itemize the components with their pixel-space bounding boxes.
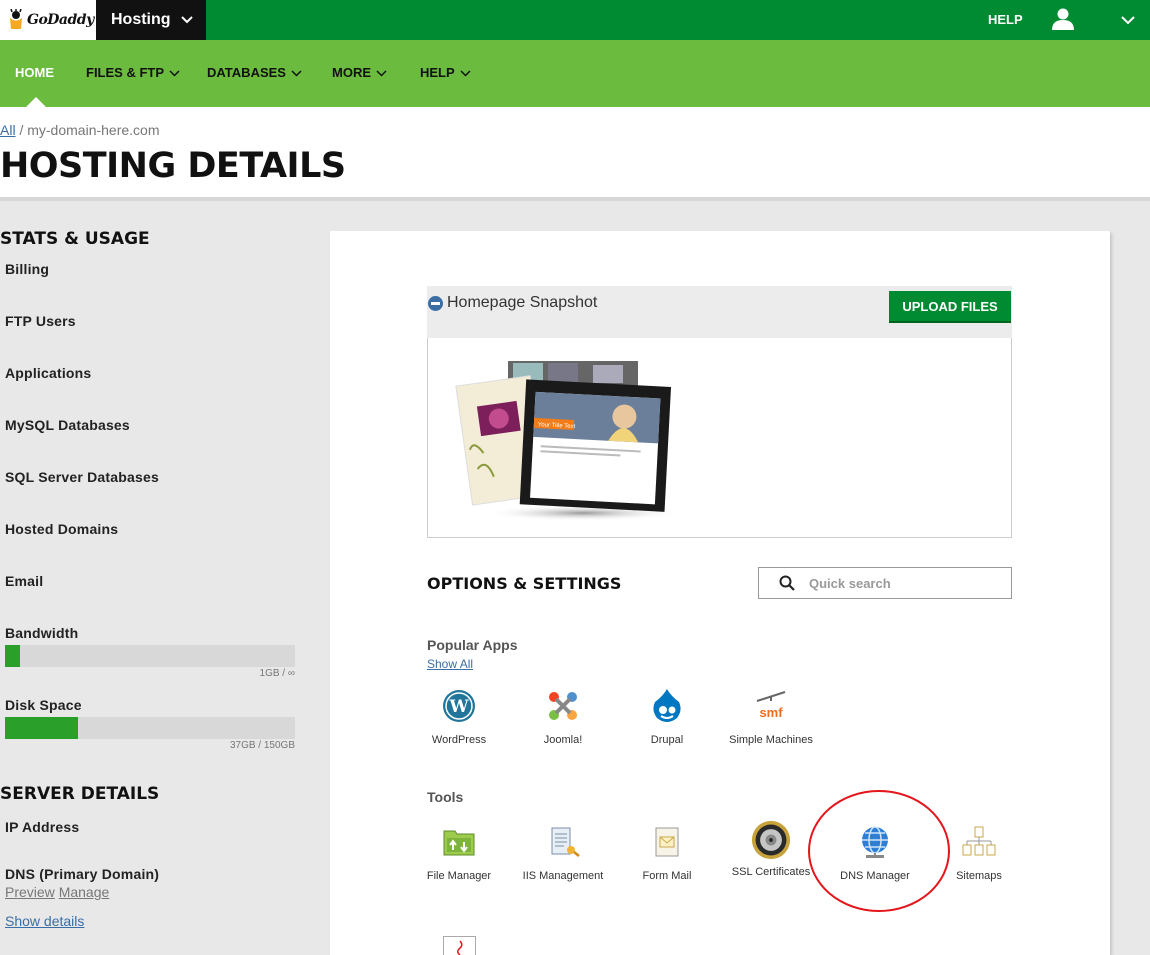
app-label: WordPress [431, 734, 487, 746]
drupal-icon [647, 686, 687, 726]
sidebar: STATS & USAGE Billing FTP Users Applicat… [0, 205, 310, 955]
sidebar-item-applications[interactable]: Applications [5, 365, 91, 381]
product-switcher[interactable]: Hosting [96, 0, 206, 40]
ip-address-label: IP Address [5, 819, 80, 835]
nav-help[interactable]: HELP [420, 65, 471, 80]
sidebar-item-email[interactable]: Email [5, 573, 43, 589]
chevron-down-icon [376, 65, 387, 80]
page-header: All / my-domain-here.com HOSTING DETAILS [0, 107, 1150, 201]
sidebar-item-sql-server[interactable]: SQL Server Databases [5, 469, 159, 485]
nav-more-label: MORE [332, 65, 371, 80]
popular-apps-label: Popular Apps [427, 637, 518, 653]
app-drupal[interactable]: Drupal [622, 686, 712, 746]
nav-files-ftp[interactable]: FILES & FTP [86, 65, 180, 80]
tools-label: Tools [427, 789, 464, 805]
chevron-down-icon [291, 65, 302, 80]
iis-icon [543, 822, 583, 862]
tool-ssl-certificates[interactable]: SSL Certificates [726, 818, 816, 878]
dns-manager-highlight [808, 790, 950, 912]
quick-search[interactable] [758, 567, 1012, 599]
lock-icon [751, 818, 791, 862]
dns-manage-link[interactable]: Manage [59, 884, 110, 900]
nav-databases-label: DATABASES [207, 65, 286, 80]
stats-usage-heading: STATS & USAGE [0, 229, 150, 249]
nav-more[interactable]: MORE [332, 65, 387, 80]
snapshot-title: Homepage Snapshot [447, 294, 598, 311]
dns-links: Preview Manage [5, 884, 109, 900]
svg-text:W: W [448, 697, 469, 717]
main-nav: HOME FILES & FTP DATABASES MORE HELP [0, 40, 1150, 107]
java-icon[interactable] [443, 936, 476, 955]
chevron-down-icon [460, 65, 471, 80]
sitemap-icon [959, 822, 999, 862]
options-settings-title: OPTIONS & SETTINGS [427, 574, 622, 593]
breadcrumb: All / my-domain-here.com [0, 122, 160, 138]
wordpress-icon: W [439, 686, 479, 726]
user-icon[interactable] [1051, 8, 1075, 35]
tool-iis-management[interactable]: IIS Management [518, 822, 608, 882]
svg-text:smf: smf [759, 705, 783, 720]
sidebar-item-billing[interactable]: Billing [5, 261, 49, 277]
dns-primary-label: DNS (Primary Domain) [5, 866, 160, 882]
bandwidth-label: Bandwidth [5, 625, 79, 641]
tool-form-mail[interactable]: Form Mail [622, 822, 712, 882]
nav-home-label: HOME [15, 65, 54, 80]
tool-label: IIS Management [522, 870, 604, 882]
godaddy-logo[interactable]: GoDaddy [0, 0, 96, 40]
smf-icon: smf [751, 686, 791, 726]
tool-label: Sitemaps [956, 870, 1002, 882]
nav-help-label: HELP [420, 65, 455, 80]
disk-space-bar-fill [5, 717, 78, 739]
bandwidth-usage: 1GB / ∞ [259, 668, 295, 679]
sidebar-item-mysql[interactable]: MySQL Databases [5, 417, 130, 433]
disk-space-bar [5, 717, 295, 739]
product-label: Hosting [111, 11, 171, 28]
top-bar: GoDaddy Hosting HELP [0, 0, 1150, 40]
tool-label: SSL Certificates [731, 866, 811, 878]
app-wordpress[interactable]: W WordPress [414, 686, 504, 746]
tool-label: File Manager [426, 870, 492, 882]
tool-label: Form Mail [642, 870, 692, 882]
sidebar-item-hosted-domains[interactable]: Hosted Domains [5, 521, 118, 537]
collapse-icon[interactable] [428, 296, 443, 311]
server-details-heading: SERVER DETAILS [0, 784, 160, 804]
mail-icon [647, 822, 687, 862]
app-simple-machines[interactable]: smf Simple Machines [726, 686, 816, 746]
bandwidth-bar-fill [5, 645, 20, 667]
folder-icon [439, 822, 479, 862]
disk-space-label: Disk Space [5, 697, 82, 713]
breadcrumb-current: my-domain-here.com [27, 122, 160, 138]
nav-databases[interactable]: DATABASES [207, 65, 302, 80]
account-chevron-icon[interactable] [1121, 12, 1135, 30]
show-all-link[interactable]: Show All [427, 657, 473, 671]
disk-space-usage: 37GB / 150GB [229, 740, 295, 751]
snapshot-body: Your Title Text [427, 338, 1012, 538]
show-details-link[interactable]: Show details [5, 913, 84, 929]
app-label: Drupal [650, 734, 684, 746]
joomla-icon [543, 686, 583, 726]
upload-files-button[interactable]: UPLOAD FILES [889, 291, 1011, 321]
godaddy-guy-icon [8, 9, 24, 31]
app-joomla[interactable]: Joomla! [518, 686, 608, 746]
app-label: Joomla! [543, 734, 583, 746]
bandwidth-bar [5, 645, 295, 667]
tool-file-manager[interactable]: File Manager [414, 822, 504, 882]
active-nav-indicator [26, 97, 46, 107]
search-icon [779, 575, 795, 596]
chevron-down-icon [180, 11, 193, 29]
dns-preview-link[interactable]: Preview [5, 884, 55, 900]
nav-home[interactable]: HOME [15, 65, 54, 80]
page-title: HOSTING DETAILS [0, 146, 346, 186]
breadcrumb-all-link[interactable]: All [0, 122, 16, 138]
app-label: Simple Machines [729, 734, 813, 746]
top-help-link[interactable]: HELP [988, 12, 1023, 27]
homepage-snapshot-image: Your Title Text [455, 361, 683, 521]
nav-files-ftp-label: FILES & FTP [86, 65, 164, 80]
logo-text: GoDaddy [27, 12, 94, 28]
breadcrumb-separator: / [19, 122, 24, 138]
chevron-down-icon [169, 65, 180, 80]
quick-search-input[interactable] [809, 574, 999, 592]
sidebar-item-ftp-users[interactable]: FTP Users [5, 313, 76, 329]
